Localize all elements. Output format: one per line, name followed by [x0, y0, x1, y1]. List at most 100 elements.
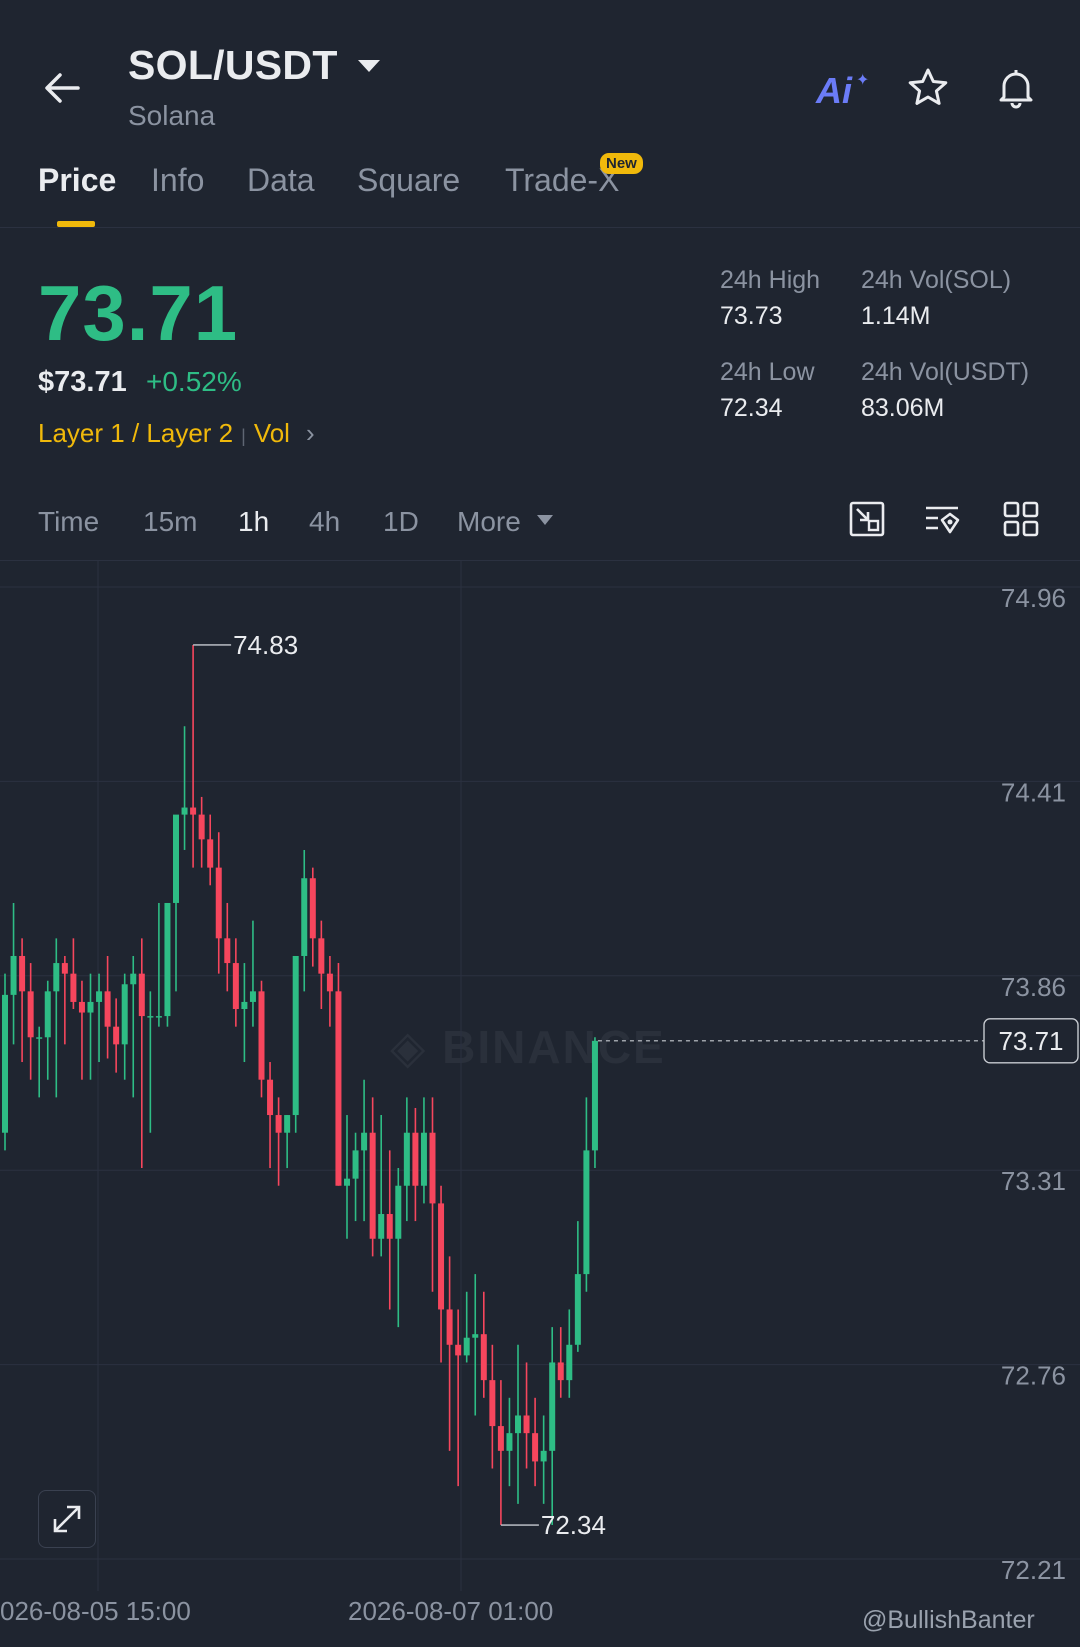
- candle-body: [27, 991, 34, 1038]
- candle-body: [173, 814, 179, 903]
- candle-body: [369, 1132, 376, 1239]
- category-tags[interactable]: Layer 1 / Layer 2 | Vol ›: [38, 418, 315, 449]
- candlestick-chart[interactable]: 74.96 74.41 73.86 73.31 72.76 72.21 74.83 72.34…: [0, 561, 1080, 1591]
- candle-body: [361, 1132, 368, 1151]
- candle-body: [267, 1079, 274, 1116]
- x-tick-label: 2026-08-07 01:00: [348, 1596, 554, 1626]
- candle-body: [36, 1037, 43, 1039]
- stat-24h-low-label: 24h Low: [720, 358, 815, 386]
- candle-body: [147, 1016, 154, 1018]
- current-price-label: 73.71: [998, 1026, 1063, 1056]
- pair-title[interactable]: SOL/USDT: [128, 42, 338, 89]
- candle-body: [326, 973, 333, 992]
- interval-4h[interactable]: 4h: [309, 506, 340, 538]
- stat-24h-low-value: 72.34: [720, 394, 783, 422]
- candle-body: [497, 1426, 504, 1451]
- candle-body: [557, 1362, 564, 1381]
- candle-body: [10, 955, 17, 995]
- grid-view-icon[interactable]: [1002, 500, 1040, 538]
- candle-body: [523, 1415, 530, 1434]
- candle-body: [352, 1150, 359, 1179]
- candle-body: [480, 1334, 487, 1381]
- candle-body: [249, 991, 256, 1002]
- candle-body: [446, 1309, 453, 1345]
- stat-24h-vol-usdt-label: 24h Vol(USDT): [861, 358, 1030, 386]
- last-price: 73.71: [38, 269, 239, 357]
- candle-body: [463, 1337, 470, 1356]
- candle-body: [155, 1016, 162, 1018]
- tag-layer[interactable]: Layer 1 / Layer 2: [38, 418, 233, 448]
- stat-24h-vol-usdt-value: 83.06M: [861, 394, 945, 422]
- tab-price[interactable]: Price: [38, 162, 116, 199]
- candle-body: [190, 807, 197, 815]
- tag-separator: |: [241, 426, 246, 446]
- interval-1h[interactable]: 1h: [238, 506, 269, 538]
- interval-time[interactable]: Time: [38, 506, 99, 538]
- pair-dropdown-caret-icon[interactable]: [358, 60, 380, 72]
- candle-body: [386, 1214, 393, 1239]
- candle-body: [2, 994, 8, 1133]
- interval-15m[interactable]: 15m: [143, 506, 197, 538]
- more-caret-icon[interactable]: [537, 515, 553, 525]
- price-alert-bell-icon[interactable]: [994, 66, 1038, 110]
- x-tick-label: 026-08-05 15:00: [0, 1596, 191, 1626]
- candle-body: [420, 1132, 427, 1186]
- tag-vol[interactable]: Vol: [254, 418, 290, 448]
- price-change-percent: +0.52%: [146, 366, 242, 397]
- candle-body: [44, 991, 51, 1038]
- candle-body: [275, 1115, 282, 1133]
- chart-layout-icon[interactable]: [848, 500, 886, 538]
- candle-body: [78, 1001, 85, 1013]
- new-badge: New: [600, 153, 643, 174]
- candle-body: [489, 1380, 496, 1427]
- candle-body: [532, 1433, 539, 1462]
- candle-body: [455, 1344, 462, 1356]
- ai-button[interactable]: Ai: [816, 70, 852, 112]
- candle-body: [438, 1203, 445, 1310]
- candle-body: [344, 1178, 350, 1186]
- back-arrow-icon[interactable]: [38, 64, 86, 112]
- interval-more[interactable]: More: [457, 506, 521, 538]
- tab-info[interactable]: Info: [151, 162, 204, 199]
- tab-square[interactable]: Square: [357, 162, 460, 199]
- candle-body: [412, 1132, 419, 1186]
- candle-body: [395, 1185, 402, 1239]
- stat-24h-high-label: 24h High: [720, 266, 821, 294]
- candle-body: [130, 973, 137, 985]
- y-tick-label: 72.76: [1001, 1361, 1066, 1391]
- candle-body: [198, 814, 205, 840]
- favorite-star-icon[interactable]: [906, 66, 950, 110]
- candle-body: [19, 955, 26, 992]
- candle-body: [138, 973, 145, 1017]
- indicator-settings-icon[interactable]: [924, 500, 962, 538]
- y-tick-label: 73.31: [1001, 1166, 1066, 1196]
- y-tick-label: 74.96: [1001, 583, 1066, 613]
- candle-body: [309, 878, 316, 939]
- candle-body: [87, 1001, 94, 1013]
- stat-24h-vol-sol-value: 1.14M: [861, 302, 931, 330]
- interval-1d[interactable]: 1D: [383, 506, 419, 538]
- candle-body: [61, 963, 68, 974]
- candle-body: [301, 878, 308, 956]
- y-tick-label: 73.86: [1001, 972, 1066, 1002]
- ai-sparkle-icon: ✦: [856, 72, 870, 89]
- watermark-credit: @BullishBanter: [862, 1606, 1035, 1634]
- candle-body: [232, 963, 239, 1010]
- low-marker-label: 72.34: [541, 1510, 606, 1540]
- candle-body: [53, 963, 60, 992]
- candle-body: [318, 938, 325, 974]
- candle-body: [258, 991, 265, 1080]
- fullscreen-button[interactable]: [38, 1490, 96, 1548]
- candle-body: [284, 1115, 291, 1133]
- candle-body: [241, 1001, 248, 1010]
- candle-body: [335, 991, 342, 1186]
- candle-body: [96, 991, 103, 1002]
- candle-body: [540, 1450, 547, 1462]
- stat-24h-vol-sol-label: 24h Vol(SOL): [861, 266, 1012, 294]
- candle-body: [403, 1132, 410, 1186]
- candle-body: [583, 1150, 590, 1275]
- candle-body: [104, 991, 111, 1027]
- candle-body: [224, 938, 231, 964]
- y-tick-label: 72.21: [1001, 1555, 1066, 1585]
- tab-data[interactable]: Data: [247, 162, 315, 199]
